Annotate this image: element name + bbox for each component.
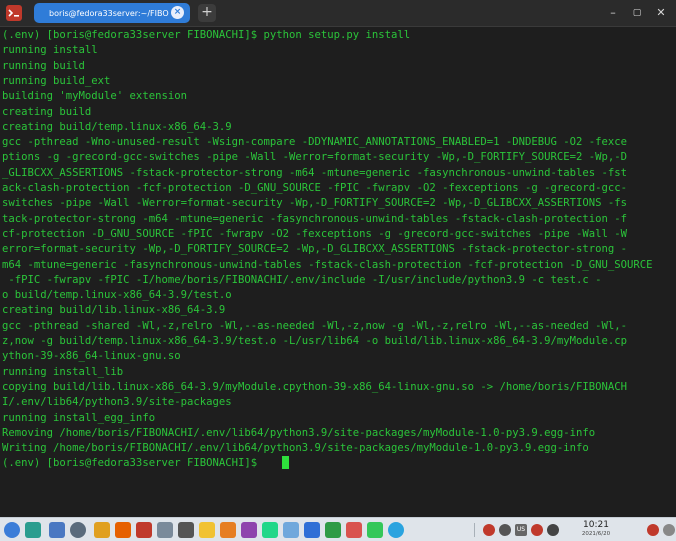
terminal-line: Removing /home/boris/FIBONACHI/.env/lib6… (2, 426, 596, 439)
pycharm-icon[interactable] (262, 522, 278, 538)
terminal-line: -fPIC -fwrapv -fPIC -I/home/boris/FIBONA… (2, 273, 602, 286)
terminal-line: ptions -g -grecord-gcc-switches -pipe -W… (2, 151, 628, 164)
terminal-line: ack-clash-protection -fcf-protection -D_… (2, 182, 628, 194)
tray-network-icon[interactable] (499, 524, 511, 536)
minimize-button[interactable]: – (604, 4, 622, 22)
terminal-line: z,now -g build/temp.linux-x86_64-3.9/tes… (2, 335, 628, 347)
terminal-line: Writing /home/boris/FIBONACHI/.env/lib64… (2, 442, 589, 455)
close-button[interactable]: ✕ (652, 4, 670, 22)
tab-terminal[interactable]: boris@fedora33server:~/FIBONACHI × (34, 3, 190, 23)
terminal-line: switches -pipe -Wall -Werror=format-secu… (2, 197, 628, 210)
wps-writer-icon[interactable] (304, 522, 320, 538)
terminal-line: _GLIBCXX_ASSERTIONS -fstack-protector-st… (2, 166, 628, 179)
file-manager-icon[interactable] (283, 522, 299, 538)
terminal-line: gcc -pthread -shared -Wl,-z,relro -Wl,--… (2, 319, 628, 332)
terminal-line: running install (2, 44, 98, 57)
tab-title: boris@fedora33server:~/FIBONACHI (49, 8, 169, 18)
tray-app-icon[interactable] (483, 524, 495, 536)
show-desktop-icon[interactable] (663, 524, 675, 536)
terminal-line: creating build/temp.linux-x86_64-3.9 (2, 120, 232, 133)
volume-icon[interactable] (547, 524, 559, 536)
taskbar: 10:21 2021/6/20 US (0, 517, 676, 541)
terminal-line: tack-protector-strong -m64 -mtune=generi… (2, 212, 628, 225)
terminal-line: (.env) [boris@fedora33server FIBONACHI]$ (2, 457, 264, 470)
terminal-line: running install_egg_info (2, 411, 156, 424)
settings-icon[interactable] (70, 522, 86, 538)
text-editor-icon[interactable] (199, 522, 215, 538)
terminal-line: error=format-security -Wp,-D_FORTIFY_SOU… (2, 243, 628, 256)
tray-record-icon[interactable] (647, 524, 659, 536)
telegram-icon[interactable] (388, 522, 404, 538)
tray-update-icon[interactable] (531, 524, 543, 536)
terminal-line: building 'myModule' extension (2, 90, 187, 103)
chrome-icon[interactable] (94, 522, 110, 538)
terminal-icon[interactable] (25, 522, 41, 538)
inkscape-icon[interactable] (241, 522, 257, 538)
terminal-line: copying build/lib.linux-x86_64-3.9/myMod… (2, 380, 628, 393)
maximize-button[interactable]: ▢ (628, 4, 646, 22)
title-bar: boris@fedora33server:~/FIBONACHI × + – ▢… (0, 0, 676, 27)
terminal-line: (.env) [boris@fedora33server FIBONACHI]$… (2, 29, 411, 41)
wps-spreadsheet-icon[interactable] (325, 522, 341, 538)
tab-close-button[interactable]: × (171, 6, 184, 19)
terminal-line: o build/temp.linux-x86_64-3.9/test.o (2, 289, 232, 302)
terminal-output[interactable]: (.env) [boris@fedora33server FIBONACHI]$… (0, 27, 676, 517)
taskbar-separator (474, 523, 475, 537)
wps-presentation-icon[interactable] (346, 522, 362, 538)
new-tab-button[interactable]: + (198, 4, 216, 22)
terminal-line: running build (2, 59, 85, 72)
terminal-line: m64 -mtune=generic -fasynchronous-unwind… (2, 258, 653, 271)
terminal-cursor (282, 456, 289, 469)
terminal-line: cf-protection -D_GNU_SOURCE -fPIC -fwrap… (2, 227, 628, 240)
clock-date: 2021/6/20 (581, 531, 611, 537)
firefox-icon[interactable] (115, 522, 131, 538)
terminal-line: running install_lib (2, 365, 124, 378)
vm-icon[interactable] (178, 522, 194, 538)
pycharm-community-icon[interactable] (367, 522, 383, 538)
keyboard-layout-icon[interactable]: US (515, 524, 527, 536)
doc-icon[interactable] (157, 522, 173, 538)
clock-time[interactable]: 10:21 (576, 520, 616, 530)
terminal-line: ython-39-x86_64-linux-gnu.so (2, 350, 181, 363)
app-launcher-icon[interactable] (4, 522, 20, 538)
vlc-icon[interactable] (220, 522, 236, 538)
terminal-line: gcc -pthread -Wno-unused-result -Wsign-c… (2, 136, 628, 149)
terminal-app-icon (6, 5, 22, 21)
terminal-line: running build_ext (2, 74, 111, 87)
terminal-line: I/.env/lib64/python3.9/site-packages (2, 396, 232, 409)
terminal-line: creating build (2, 105, 92, 118)
terminal-line: creating build/lib.linux-x86_64-3.9 (2, 304, 226, 317)
calendar-icon[interactable] (49, 522, 65, 538)
konsole-icon[interactable] (136, 522, 152, 538)
